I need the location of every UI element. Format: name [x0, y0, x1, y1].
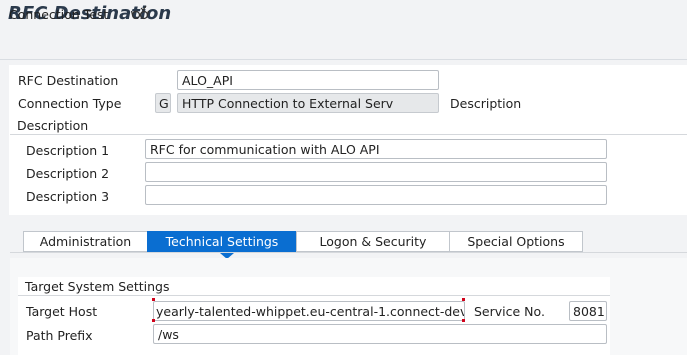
description-3-field[interactable]	[145, 185, 607, 205]
focus-marker	[152, 298, 155, 301]
connection-type-text-field: HTTP Connection to External Serv	[177, 93, 439, 113]
description-section-title: Description	[17, 118, 89, 133]
path-prefix-field[interactable]: /ws	[153, 324, 607, 344]
connection-test-button[interactable]: Connection Test	[5, 7, 112, 22]
tab-strip-divider	[10, 252, 687, 253]
rfc-destination-label: RFC Destination	[18, 73, 119, 88]
target-system-title: Target System Settings	[25, 279, 170, 294]
focus-marker	[462, 298, 465, 301]
description-2-field[interactable]	[145, 162, 607, 182]
focus-marker	[462, 319, 465, 322]
target-host-field[interactable]: yearly-talented-whippet.eu-central-1.con…	[153, 301, 465, 321]
glasses-icon[interactable]	[130, 5, 150, 23]
service-no-label: Service No.	[474, 304, 545, 319]
toolbar	[0, 30, 687, 60]
path-prefix-label: Path Prefix	[26, 328, 93, 343]
description-header-label: Description	[450, 96, 522, 111]
tab-special-options[interactable]: Special Options	[449, 231, 583, 252]
description-1-label: Description 1	[26, 143, 110, 158]
tab-technical-settings[interactable]: Technical Settings	[147, 231, 297, 252]
focus-marker	[152, 319, 155, 322]
description-title-bar	[10, 117, 687, 135]
tab-administration[interactable]: Administration	[23, 231, 148, 252]
target-host-label: Target Host	[26, 304, 98, 319]
connection-type-label: Connection Type	[18, 96, 122, 111]
description-2-label: Description 2	[26, 166, 110, 181]
description-3-label: Description 3	[26, 189, 110, 204]
service-no-field[interactable]: 8081	[569, 301, 607, 321]
rfc-destination-field[interactable]: ALO_API	[177, 70, 439, 90]
connection-type-code-field[interactable]: G	[155, 93, 171, 113]
tab-logon-security[interactable]: Logon & Security	[296, 231, 450, 252]
description-1-field[interactable]: RFC for communication with ALO API	[145, 139, 607, 159]
